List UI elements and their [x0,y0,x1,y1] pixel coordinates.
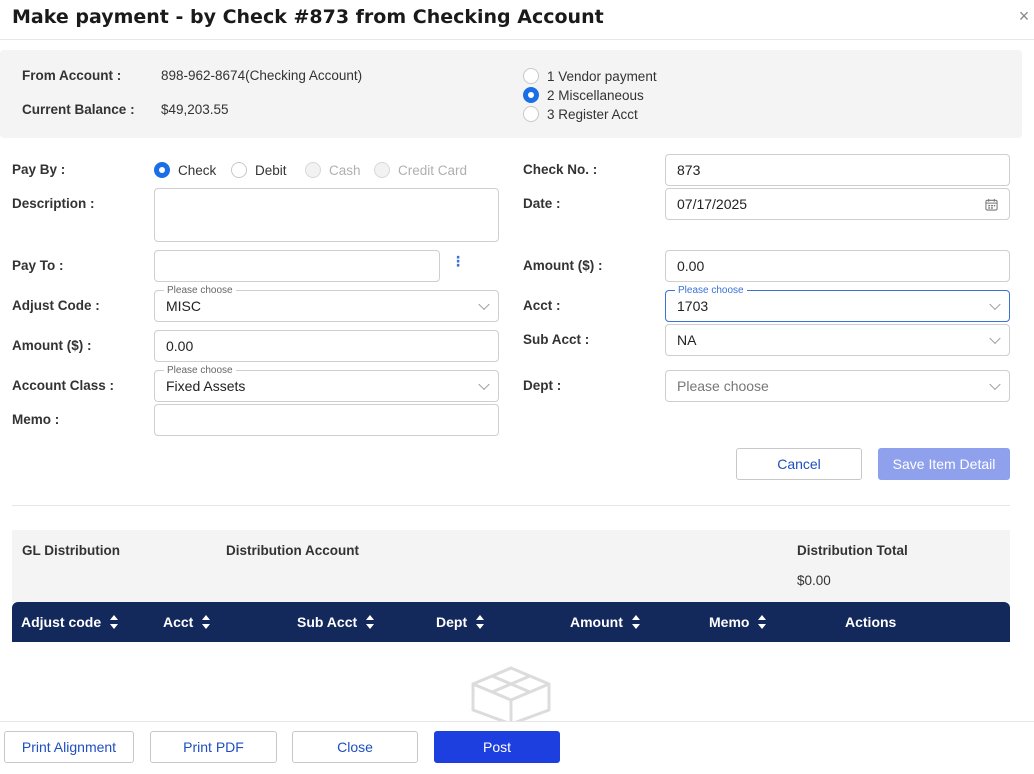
gl-distribution-label: GL Distribution [22,543,120,558]
account-class-label: Account Class : [12,378,115,393]
section-divider [12,505,1010,506]
dept-label: Dept : [523,378,562,393]
adjust-code-value: MISC [166,298,201,314]
from-account-label: From Account : [22,68,122,83]
payment-type-miscellaneous[interactable]: 2 Miscellaneous [523,87,644,103]
amount-left-input[interactable]: 0.00 [154,330,499,362]
acct-float-label: Please choose [675,285,747,296]
sub-acct-select[interactable]: NA [665,324,1010,356]
column-memo[interactable]: Memo [709,602,767,642]
description-textarea[interactable] [154,188,499,242]
payment-type-register[interactable]: 3 Register Acct [523,106,638,122]
acct-select[interactable]: Please choose 1703 [665,285,1010,322]
payment-type-vendor[interactable]: 1 Vendor payment [523,68,657,84]
sort-icon[interactable] [366,615,375,629]
save-item-detail-button[interactable]: Save Item Detail [878,448,1010,480]
column-sub-acct[interactable]: Sub Acct [297,602,375,642]
amount-right-input[interactable]: 0.00 [665,250,1010,282]
pay-to-input[interactable] [154,250,440,282]
from-account-value: 898-962-8674(Checking Account) [161,68,363,83]
distribution-table-header: Adjust code Acct Sub Acct Dept Amount Me… [12,602,1010,642]
description-label: Description : [12,196,95,211]
post-button[interactable]: Post [434,731,560,763]
chevron-down-icon [989,378,1001,391]
distribution-total-value: $0.00 [797,573,831,588]
radio-vendor-payment[interactable] [523,68,539,84]
empty-box-icon [471,666,551,724]
calendar-icon[interactable] [985,198,998,211]
column-adjust-code[interactable]: Adjust code [21,602,119,642]
sort-icon[interactable] [110,615,119,629]
more-options-icon[interactable]: ⋮ [451,253,465,270]
pay-by-label: Pay By : [12,162,66,177]
sort-icon[interactable] [631,615,640,629]
sub-acct-value: NA [677,332,697,348]
current-balance-value: $49,203.55 [161,102,229,117]
print-alignment-button[interactable]: Print Alignment [4,731,134,763]
date-value: 07/17/2025 [677,196,748,212]
radio-register-acct[interactable] [523,106,539,122]
radio-credit-card [374,162,390,178]
chevron-down-icon [478,378,490,391]
adjust-code-float-label: Please choose [164,285,236,296]
column-amount[interactable]: Amount [570,602,640,642]
footer-divider [0,721,1034,722]
check-no-input[interactable]: 873 [665,154,1010,186]
radio-miscellaneous[interactable] [523,87,539,103]
pay-to-label: Pay To : [12,258,64,273]
distribution-account-label: Distribution Account [226,543,359,558]
gl-distribution-panel [12,530,1010,602]
check-no-label: Check No. : [523,162,598,177]
cancel-button[interactable]: Cancel [736,448,862,480]
column-actions: Actions [845,614,897,630]
column-acct[interactable]: Acct [163,602,211,642]
date-input[interactable]: 07/17/2025 [665,188,1010,220]
adjust-code-label: Adjust Code : [12,298,100,313]
distribution-total-label: Distribution Total [797,543,908,558]
account-class-select[interactable]: Please choose Fixed Assets [154,365,499,402]
print-pdf-button[interactable]: Print PDF [150,731,277,763]
sub-acct-label: Sub Acct : [523,332,590,347]
amount-right-label: Amount ($) : [523,258,603,273]
chevron-down-icon [989,332,1001,345]
close-button[interactable]: Close [292,731,418,763]
account-class-float-label: Please choose [164,365,236,376]
acct-label: Acct : [523,298,561,313]
adjust-code-select[interactable]: Please choose MISC [154,285,499,322]
amount-left-label: Amount ($) : [12,338,92,353]
dept-select[interactable]: Please choose [665,370,1010,402]
dept-placeholder: Please choose [677,378,769,394]
radio-check[interactable] [154,162,170,178]
chevron-down-icon [478,298,490,311]
chevron-down-icon [989,298,1001,311]
dialog-title: Make payment - by Check #873 from Checki… [12,6,604,28]
date-label: Date : [523,196,561,211]
title-divider [0,39,1034,40]
account-class-value: Fixed Assets [166,378,246,394]
account-info-panel [0,50,1022,138]
pay-by-check[interactable]: Check [154,162,216,178]
sort-icon[interactable] [476,615,485,629]
column-dept[interactable]: Dept [436,602,485,642]
pay-by-debit[interactable]: Debit [231,162,287,178]
close-icon[interactable]: × [1014,6,1034,26]
pay-by-credit-card: Credit Card [374,162,467,178]
sort-icon[interactable] [202,615,211,629]
radio-cash [305,162,321,178]
pay-by-cash: Cash [305,162,361,178]
sort-icon[interactable] [758,615,767,629]
acct-value: 1703 [677,298,709,314]
memo-label: Memo : [12,412,60,427]
memo-input[interactable] [154,404,499,436]
current-balance-label: Current Balance : [22,102,135,117]
radio-debit[interactable] [231,162,247,178]
